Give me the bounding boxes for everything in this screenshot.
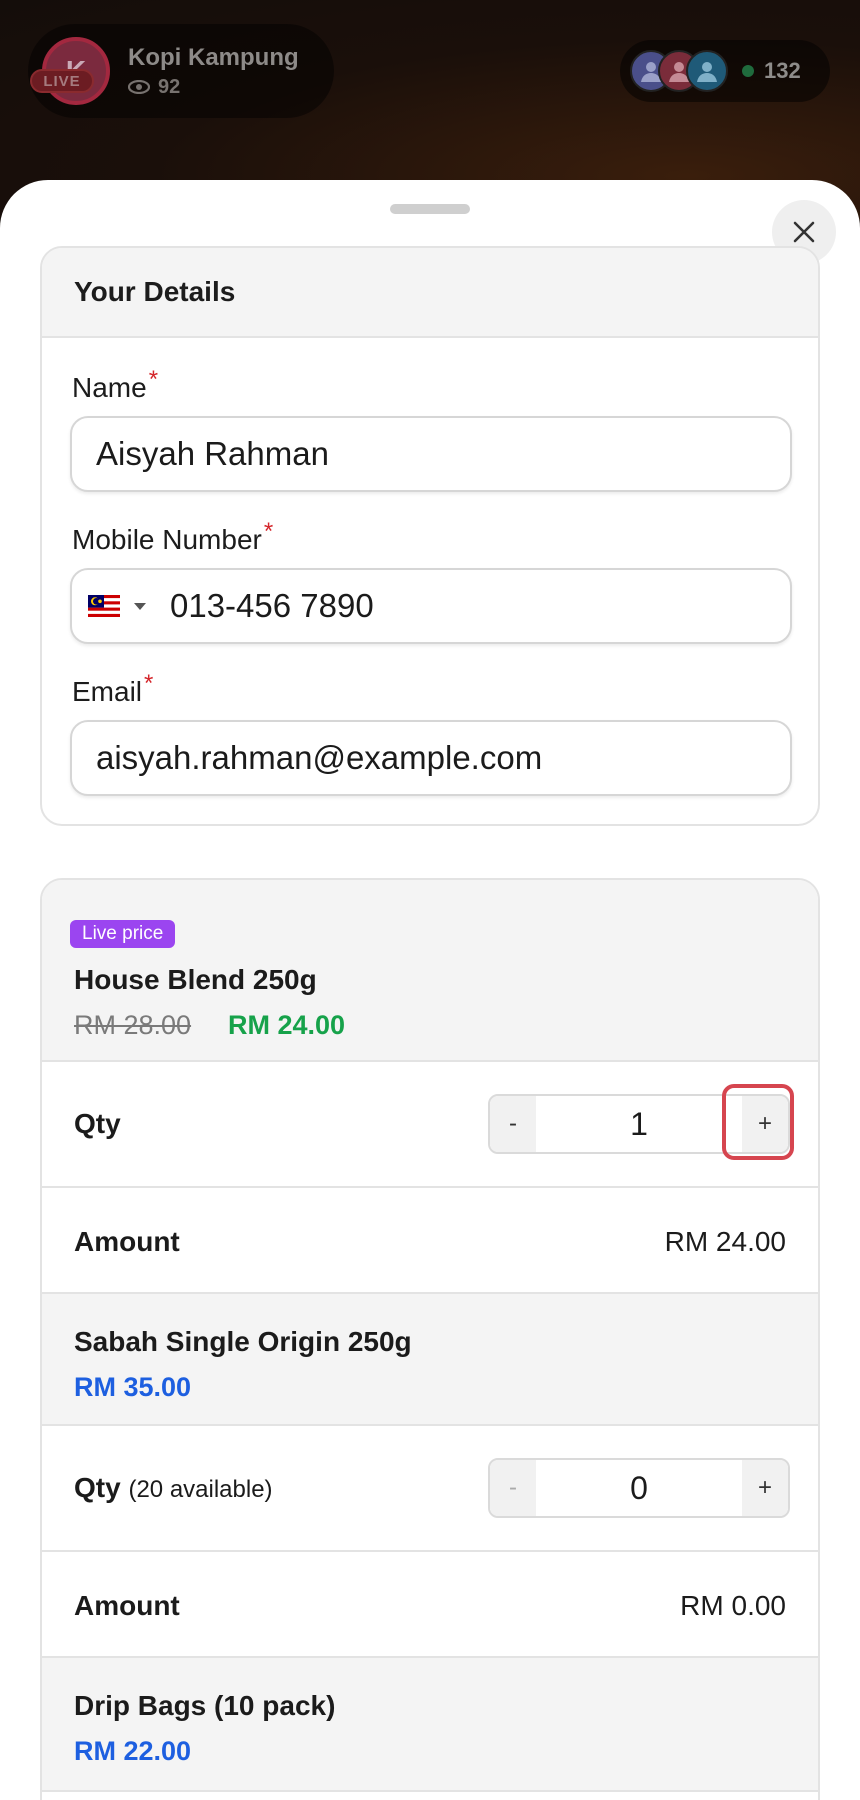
original-price: RM 28.00: [74, 1010, 192, 1040]
qty-label: Qty (20 available): [74, 1472, 273, 1504]
increase-button[interactable]: +: [742, 1460, 788, 1516]
products-card: Live price House Blend 250g RM 28.00 RM …: [40, 878, 820, 1800]
required-mark: *: [263, 518, 274, 545]
amount-label: Amount: [74, 1226, 180, 1257]
views-count: 92: [158, 75, 181, 98]
online-dot-icon: [742, 65, 754, 77]
live-badge: LIVE: [30, 69, 94, 93]
viewer-avatar: [686, 50, 728, 92]
product-name: House Blend 250g: [74, 964, 317, 995]
amount-row: Amount RM 0.00: [42, 1552, 818, 1658]
qty-row: Qty - 1 +: [42, 1062, 818, 1188]
amount-value: RM 0.00: [680, 1590, 786, 1621]
email-value: aisyah.rahman@example.com: [96, 739, 543, 776]
mobile-label: Mobile Number*: [72, 518, 273, 556]
eye-icon: [128, 80, 150, 94]
availability-text: (20 available): [128, 1476, 273, 1503]
mobile-field[interactable]: 013-456 7890: [70, 568, 792, 644]
name-label: Name*: [72, 366, 158, 404]
product-name: Drip Bags (10 pack): [74, 1690, 336, 1721]
name-value: Aisyah Rahman: [96, 435, 329, 472]
mobile-value: 013-456 7890: [170, 587, 374, 624]
required-mark: *: [148, 366, 159, 393]
decrease-button[interactable]: -: [490, 1096, 536, 1152]
caret-down-icon: [134, 602, 146, 610]
host-info: Kopi Kampung 92: [128, 44, 299, 99]
quantity-stepper: - 1 +: [488, 1094, 790, 1154]
details-card: Your Details Name* Aisyah Rahman Mobile …: [40, 246, 820, 826]
product-header: Sabah Single Origin 250g RM 35.00: [42, 1294, 818, 1426]
name-field[interactable]: Aisyah Rahman: [70, 416, 792, 492]
amount-row: Amount RM 24.00: [42, 1188, 818, 1294]
required-mark: *: [144, 670, 154, 697]
live-price: RM 24.00: [228, 1010, 346, 1040]
details-title: Your Details: [42, 248, 818, 338]
email-field[interactable]: aisyah.rahman@example.com: [70, 720, 792, 796]
quantity-stepper: - 0 +: [488, 1458, 790, 1518]
product-price: RM 22.00: [74, 1736, 192, 1766]
viewers-pill[interactable]: 132: [620, 40, 830, 102]
product-header: Drip Bags (10 pack) RM 22.00: [42, 1658, 818, 1792]
viewer-count: 132: [742, 58, 801, 84]
email-label-text: Email: [72, 676, 143, 707]
user-icon: [697, 62, 717, 82]
amount-label: Amount: [74, 1590, 180, 1621]
checkout-sheet: Your Details Name* Aisyah Rahman Mobile …: [0, 180, 860, 1800]
quantity-value[interactable]: 0: [536, 1460, 742, 1516]
quantity-value[interactable]: 1: [536, 1096, 742, 1152]
host-views: 92: [128, 76, 299, 99]
sheet-grabber[interactable]: [390, 204, 470, 214]
malaysia-flag-icon: [88, 595, 120, 617]
qty-row: Qty (20 available) - 0 +: [42, 1426, 818, 1552]
product-name: Sabah Single Origin 250g: [74, 1326, 412, 1357]
product-price: RM 35.00: [74, 1372, 192, 1402]
live-price-badge: Live price: [70, 920, 176, 948]
increase-button[interactable]: +: [742, 1096, 788, 1152]
close-icon: [793, 221, 815, 243]
amount-value: RM 24.00: [664, 1226, 786, 1257]
qty-label: Qty: [74, 1108, 121, 1139]
viewer-count-value: 132: [764, 58, 801, 83]
decrease-button[interactable]: -: [490, 1460, 536, 1516]
email-label: Email*: [72, 670, 153, 708]
product-header: Live price House Blend 250g RM 28.00 RM …: [42, 880, 818, 1062]
qty-label-text: Qty: [74, 1472, 121, 1503]
mobile-label-text: Mobile Number: [72, 524, 262, 555]
name-label-text: Name: [72, 372, 147, 403]
host-name: Kopi Kampung: [128, 43, 299, 71]
country-selector[interactable]: [88, 595, 146, 617]
